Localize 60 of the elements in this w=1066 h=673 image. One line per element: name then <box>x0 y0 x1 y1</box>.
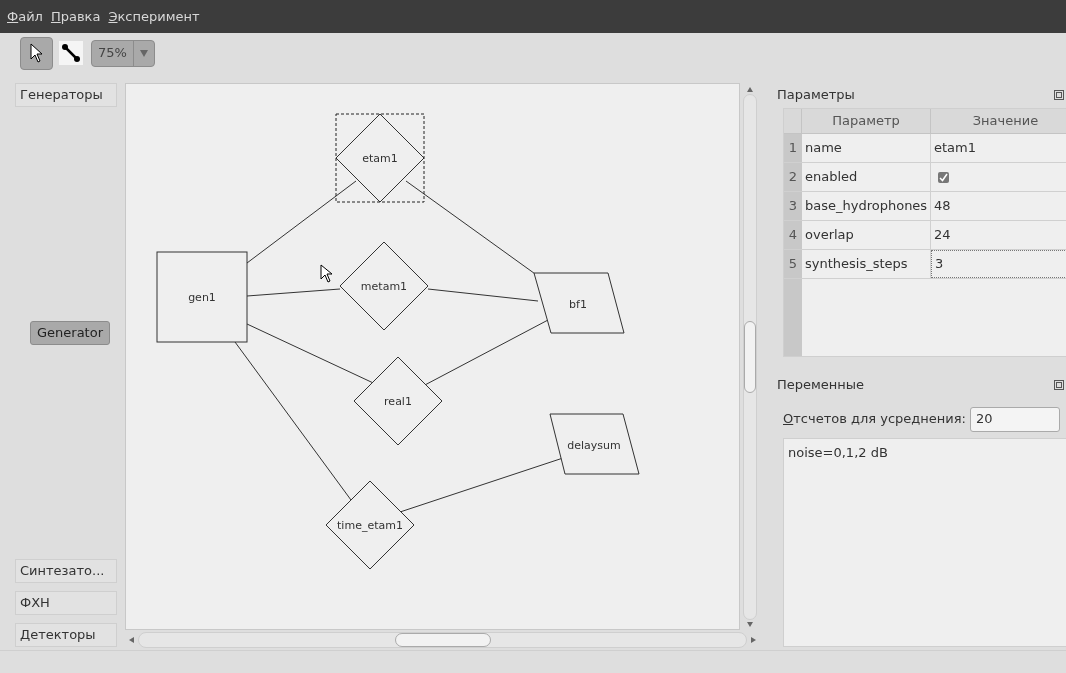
node-label: etam1 <box>362 152 398 165</box>
menu-item[interactable]: Эксперимент <box>108 6 200 27</box>
column-header[interactable]: Значение <box>931 109 1066 133</box>
float-icon[interactable] <box>1054 90 1064 100</box>
parallelogram-node[interactable] <box>549 413 640 475</box>
table-cell[interactable]: etam1 <box>931 134 1066 162</box>
menu-item[interactable]: Правка <box>50 6 101 27</box>
table-cell: overlap <box>802 221 931 249</box>
node-label: delaysum <box>567 439 621 452</box>
diamond-node[interactable] <box>339 241 429 331</box>
cursor-icon <box>29 43 44 63</box>
category-button[interactable]: Генераторы <box>15 83 117 107</box>
mouse-cursor-icon <box>320 264 333 283</box>
panel-title: Переменные <box>776 376 865 395</box>
diamond-node[interactable] <box>335 113 425 203</box>
diamond-node[interactable] <box>353 356 443 446</box>
row-number: 4 <box>784 221 802 249</box>
float-icon[interactable] <box>1054 380 1064 390</box>
table-cell[interactable]: 48 <box>931 192 1066 220</box>
parallelogram-node[interactable] <box>533 272 625 334</box>
dropdown-arrow-icon <box>139 49 148 57</box>
category-button[interactable]: Детекторы <box>15 623 117 647</box>
checkbox[interactable] <box>938 171 949 183</box>
node-label: metam1 <box>360 280 408 293</box>
panel-title: Параметры <box>776 86 855 105</box>
table-cell: enabled <box>802 163 931 191</box>
scroll-thumb[interactable] <box>744 321 756 393</box>
scroll-left-icon[interactable] <box>129 637 134 643</box>
row-number: 1 <box>784 134 802 162</box>
spin-label: Отсчетов для усреднения: <box>783 410 966 429</box>
table-cell[interactable]: 24 <box>931 221 1066 249</box>
column-header[interactable]: Параметр <box>802 109 931 133</box>
node-label: time_etam1 <box>337 519 403 532</box>
connector-icon <box>61 43 81 63</box>
zoom-combo[interactable]: 75% <box>91 39 155 67</box>
row-number: 3 <box>784 192 802 220</box>
scroll-thumb[interactable] <box>394 633 491 647</box>
category-button[interactable]: Синтезато... <box>15 559 117 583</box>
scroll-right-icon[interactable] <box>751 637 756 643</box>
palette-item[interactable]: Generator <box>30 321 110 345</box>
diagram-canvas[interactable]: etam1 gen1 metam1 bf1 real1 delaysum time_etam1 <box>125 83 740 630</box>
category-button[interactable]: ФХН <box>15 591 117 615</box>
row-number: 5 <box>784 250 802 278</box>
table-cell: base_hydrophones <box>802 192 931 220</box>
scroll-up-icon[interactable] <box>747 87 753 92</box>
spin-box[interactable]: 20 <box>969 406 1060 432</box>
node-label: gen1 <box>188 291 216 304</box>
connector-tool[interactable] <box>59 41 83 65</box>
pointer-tool[interactable] <box>20 36 53 70</box>
row-number: 2 <box>784 163 802 191</box>
node-label: real1 <box>384 395 412 408</box>
scroll-down-icon[interactable] <box>747 622 753 627</box>
table-cell: synthesis_steps <box>802 250 931 278</box>
variables-text-area[interactable]: noise=0,1,2 dB <box>783 438 1066 647</box>
menu-item[interactable]: Файл <box>7 6 43 27</box>
table-cell: name <box>802 134 931 162</box>
diamond-node[interactable] <box>325 480 415 570</box>
rect-node[interactable] <box>156 251 248 343</box>
node-label: bf1 <box>569 298 587 311</box>
table-cell[interactable]: 3 <box>931 250 1066 278</box>
